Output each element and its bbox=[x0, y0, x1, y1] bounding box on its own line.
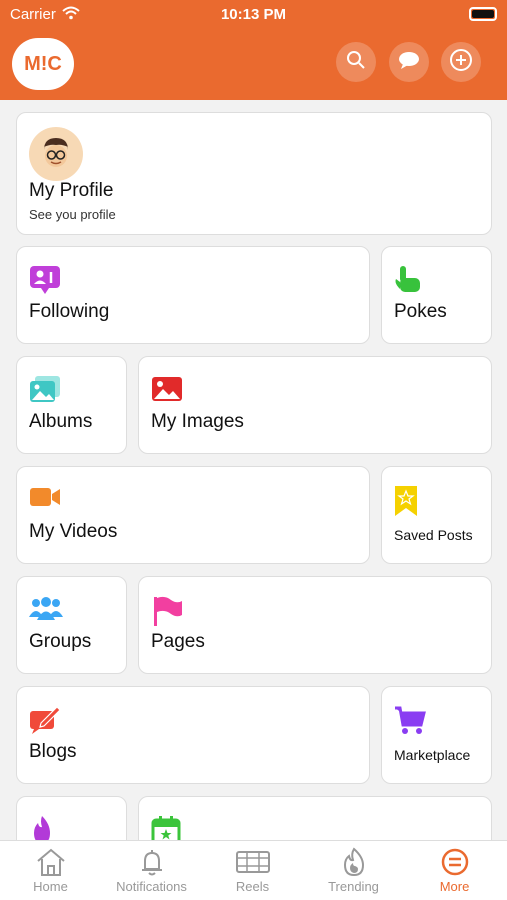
more-menu-icon bbox=[404, 847, 505, 877]
pointing-hand-icon bbox=[394, 265, 424, 302]
chat-icon bbox=[397, 49, 421, 76]
cart-icon bbox=[394, 705, 426, 740]
app-logo[interactable]: M!C bbox=[12, 38, 74, 90]
plus-circle-icon bbox=[449, 48, 473, 77]
tab-label-reels: Reels bbox=[235, 879, 270, 894]
bell-icon bbox=[101, 847, 202, 877]
image-icon bbox=[151, 375, 183, 408]
following-icon bbox=[29, 265, 61, 300]
menu-content: My Profile See you profile Following Pok… bbox=[0, 100, 507, 840]
groups-icon bbox=[29, 595, 63, 626]
flame-icon bbox=[29, 815, 55, 840]
tab-label-home: Home bbox=[33, 879, 68, 894]
logo-text: M!C bbox=[24, 52, 62, 75]
card-label-pages: Pages bbox=[151, 631, 205, 652]
card-groups[interactable]: Groups bbox=[16, 576, 127, 674]
card-label-albums: Albums bbox=[29, 411, 93, 432]
card-label-following: Following bbox=[29, 301, 110, 322]
messages-button[interactable] bbox=[389, 42, 429, 82]
status-time: 10:13 PM bbox=[220, 6, 287, 23]
bookmark-star-icon bbox=[394, 485, 418, 522]
tab-label-notifications: Notifications bbox=[116, 879, 187, 894]
search-button[interactable] bbox=[336, 42, 376, 82]
film-icon bbox=[202, 847, 303, 877]
card-marketplace[interactable]: Marketplace bbox=[381, 686, 492, 784]
card-label-my-profile: My Profile bbox=[29, 180, 114, 201]
tab-reels[interactable]: Reels bbox=[202, 841, 303, 900]
card-label-pokes: Pokes bbox=[394, 301, 447, 322]
card-trending-partial[interactable] bbox=[16, 796, 127, 840]
trending-flame-icon bbox=[303, 847, 404, 877]
tab-more[interactable]: More bbox=[404, 841, 505, 900]
albums-icon bbox=[29, 375, 61, 410]
tab-trending[interactable]: Trending bbox=[303, 841, 404, 900]
card-albums[interactable]: Albums bbox=[16, 356, 127, 454]
battery-icon bbox=[469, 7, 497, 21]
card-label-marketplace: Marketplace bbox=[394, 747, 471, 763]
card-label-groups: Groups bbox=[29, 631, 92, 652]
card-label-my-images: My Images bbox=[151, 411, 244, 432]
calendar-icon bbox=[151, 815, 181, 840]
card-my-videos[interactable]: My Videos bbox=[16, 466, 370, 564]
card-events-partial[interactable] bbox=[138, 796, 492, 840]
blog-edit-icon bbox=[29, 705, 61, 740]
card-my-images[interactable]: My Images bbox=[138, 356, 492, 454]
card-pokes[interactable]: Pokes bbox=[381, 246, 492, 344]
card-saved-posts[interactable]: Saved Posts bbox=[381, 466, 492, 564]
card-subtitle-my-profile: See you profile bbox=[29, 207, 116, 222]
tab-notifications[interactable]: Notifications bbox=[101, 841, 202, 900]
video-camera-icon bbox=[29, 485, 61, 514]
tab-home[interactable]: Home bbox=[0, 841, 101, 900]
app-header: M!C bbox=[0, 28, 507, 100]
card-blogs[interactable]: Blogs bbox=[16, 686, 370, 784]
search-icon bbox=[345, 49, 367, 76]
card-label-saved-posts: Saved Posts bbox=[394, 527, 473, 543]
avatar bbox=[29, 127, 83, 181]
status-bar: Carrier 10:13 PM bbox=[0, 0, 507, 28]
bottom-tab-bar: Home Notifications Reels Trending More bbox=[0, 840, 507, 900]
card-label-blogs: Blogs bbox=[29, 741, 77, 762]
create-button[interactable] bbox=[441, 42, 481, 82]
tab-label-trending: Trending bbox=[328, 879, 379, 894]
tab-label-more: More bbox=[439, 879, 470, 894]
flag-icon bbox=[151, 595, 183, 632]
card-following[interactable]: Following bbox=[16, 246, 370, 344]
home-icon bbox=[0, 847, 101, 877]
app-root: Carrier 10:13 PM M!C My Profile See you … bbox=[0, 0, 507, 900]
card-my-profile[interactable]: My Profile See you profile bbox=[16, 112, 492, 235]
card-pages[interactable]: Pages bbox=[138, 576, 492, 674]
card-label-my-videos: My Videos bbox=[29, 521, 118, 542]
